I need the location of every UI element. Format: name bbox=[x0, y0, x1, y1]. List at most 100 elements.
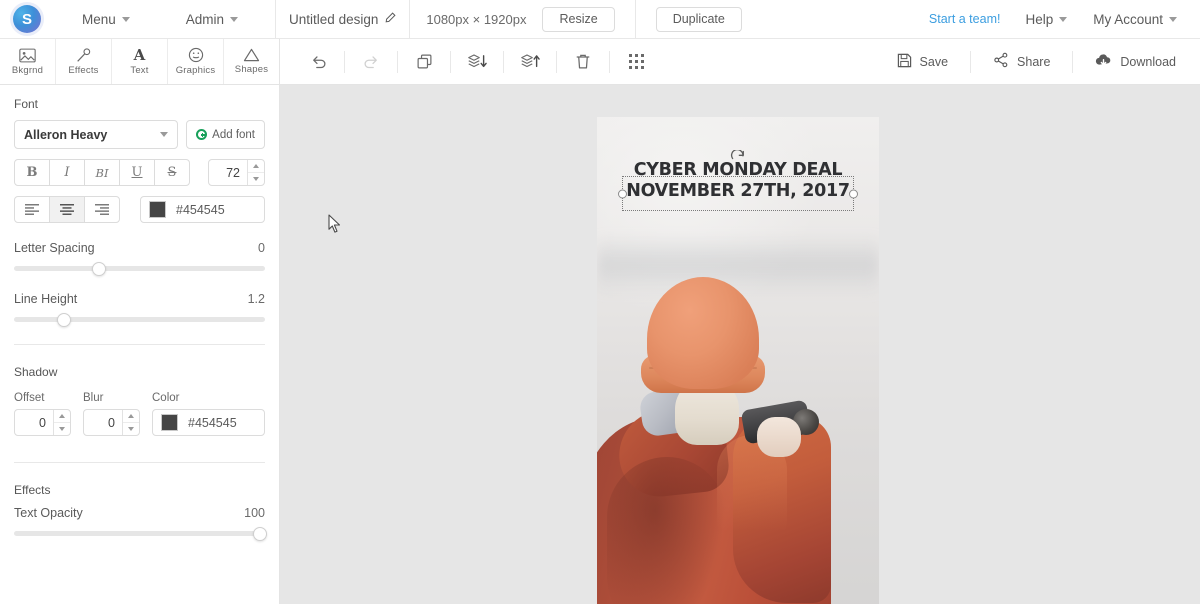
shadow-blur-value[interactable]: 0 bbox=[84, 410, 122, 435]
panel-tabs: Bkgrnd Effects A Text Graphics Shapes bbox=[0, 39, 279, 85]
font-size-value[interactable]: 72 bbox=[209, 160, 247, 185]
text-opacity-knob[interactable] bbox=[252, 526, 267, 541]
magic-wand-icon bbox=[75, 47, 92, 63]
grid-button[interactable] bbox=[610, 39, 662, 85]
underline-button[interactable]: U bbox=[119, 159, 155, 186]
align-right-icon bbox=[95, 204, 109, 215]
save-button[interactable]: Save bbox=[875, 39, 971, 85]
bring-forward-button[interactable] bbox=[504, 39, 556, 85]
my-account-dropdown[interactable]: My Account bbox=[1080, 0, 1190, 39]
duplicate-icon bbox=[417, 54, 431, 69]
shadow-color-picker[interactable]: #454545 bbox=[152, 409, 265, 436]
shadow-color-label: Color bbox=[152, 392, 180, 404]
font-family-value: Alleron Heavy bbox=[24, 127, 108, 142]
text-opacity-slider[interactable] bbox=[14, 526, 267, 541]
italic-label: I bbox=[64, 165, 70, 180]
help-dropdown[interactable]: Help bbox=[1012, 0, 1080, 39]
line-height-knob[interactable] bbox=[57, 312, 72, 327]
letter-spacing-control: Letter Spacing 0 bbox=[14, 241, 265, 276]
photo-hand bbox=[757, 417, 801, 457]
tab-graphics[interactable]: Graphics bbox=[168, 39, 224, 84]
selection-box[interactable] bbox=[618, 148, 858, 211]
add-font-button[interactable]: Add font bbox=[186, 120, 265, 149]
text-opacity-header: Text Opacity 100 bbox=[14, 506, 265, 520]
tab-shapes[interactable]: Shapes bbox=[224, 39, 279, 84]
align-center-button[interactable] bbox=[49, 196, 85, 223]
line-height-slider[interactable] bbox=[14, 312, 265, 327]
send-backward-button[interactable] bbox=[451, 39, 503, 85]
tab-bkgrnd[interactable]: Bkgrnd bbox=[0, 39, 56, 84]
text-color-picker[interactable]: #454545 bbox=[140, 196, 265, 223]
letter-spacing-slider[interactable] bbox=[14, 261, 265, 276]
rotate-icon bbox=[730, 148, 744, 160]
shadow-color-value: #454545 bbox=[188, 415, 237, 430]
font-size-decrement[interactable] bbox=[248, 172, 264, 185]
italic-button[interactable]: I bbox=[49, 159, 85, 186]
artboard[interactable]: CYBER MONDAY DEAL NOVEMBER 27TH, 2017 bbox=[597, 117, 879, 604]
font-size-stepper[interactable]: 72 bbox=[208, 159, 265, 186]
app-logo[interactable]: S bbox=[13, 5, 41, 33]
shadow-offset-decrement[interactable] bbox=[54, 422, 70, 435]
redo-icon bbox=[363, 56, 377, 69]
font-size-increment[interactable] bbox=[248, 160, 264, 172]
chevron-down-icon bbox=[160, 132, 169, 137]
tab-graphics-label: Graphics bbox=[175, 65, 216, 76]
undo-button[interactable] bbox=[292, 39, 344, 85]
triangle-icon bbox=[243, 48, 260, 62]
shadow-blur-increment[interactable] bbox=[123, 410, 139, 422]
resize-button[interactable]: Resize bbox=[542, 6, 615, 32]
download-button[interactable]: Download bbox=[1073, 39, 1200, 85]
delete-button[interactable] bbox=[557, 39, 609, 85]
shadow-offset-field: Offset 0 bbox=[14, 392, 71, 436]
menu-dropdown[interactable]: Menu bbox=[69, 0, 143, 39]
shadow-offset-stepper[interactable]: 0 bbox=[14, 409, 71, 436]
shadow-offset-value[interactable]: 0 bbox=[15, 410, 53, 435]
font-family-row: Alleron Heavy Add font bbox=[14, 120, 265, 149]
strikethrough-button[interactable]: S bbox=[154, 159, 190, 186]
tab-effects[interactable]: Effects bbox=[56, 39, 112, 84]
undo-icon bbox=[312, 56, 326, 69]
rotate-handle[interactable] bbox=[730, 148, 747, 172]
shadow-blur-label: Blur bbox=[83, 392, 104, 404]
shadow-blur-decrement[interactable] bbox=[123, 422, 139, 435]
layers-up-icon bbox=[520, 53, 540, 67]
caret-down-icon bbox=[253, 177, 259, 181]
panel-divider bbox=[14, 344, 265, 345]
font-section-title: Font bbox=[14, 97, 39, 111]
redo-button[interactable] bbox=[345, 39, 397, 85]
letter-spacing-knob[interactable] bbox=[92, 261, 107, 276]
share-nodes-icon bbox=[993, 52, 1009, 71]
font-family-select[interactable]: Alleron Heavy bbox=[14, 120, 179, 149]
start-a-team-link[interactable]: Start a team! bbox=[917, 12, 1013, 26]
pencil-icon[interactable] bbox=[384, 11, 396, 27]
resize-handle-left[interactable] bbox=[618, 189, 627, 198]
letter-spacing-value: 0 bbox=[258, 241, 265, 255]
tab-text[interactable]: A Text bbox=[112, 39, 168, 84]
share-button[interactable]: Share bbox=[971, 39, 1072, 85]
strikethrough-label: S bbox=[167, 165, 177, 180]
duplicate-button[interactable]: Duplicate bbox=[655, 6, 742, 32]
shadow-blur-stepper[interactable]: 0 bbox=[83, 409, 140, 436]
duplicate-layer-button[interactable] bbox=[398, 39, 450, 85]
shadow-blur-arrows bbox=[122, 410, 139, 435]
floppy-disk-icon bbox=[897, 53, 912, 71]
design-title[interactable]: Untitled design bbox=[276, 0, 409, 39]
bold-label: B bbox=[26, 165, 38, 180]
bold-button[interactable]: B bbox=[14, 159, 50, 186]
line-height-value: 1.2 bbox=[247, 292, 265, 306]
top-bar: S Menu Admin Untitled design 1080px × 19… bbox=[0, 0, 1200, 39]
align-left-button[interactable] bbox=[14, 196, 50, 223]
align-left-icon bbox=[25, 204, 39, 215]
chevron-down-icon bbox=[1169, 16, 1177, 22]
underline-label: U bbox=[131, 165, 143, 180]
chevron-down-icon bbox=[1059, 16, 1068, 22]
bold-italic-button[interactable]: BI bbox=[84, 159, 120, 186]
shadow-offset-arrows bbox=[53, 410, 70, 435]
shadow-offset-increment[interactable] bbox=[54, 410, 70, 422]
help-label: Help bbox=[1025, 11, 1054, 27]
caret-down-icon bbox=[128, 427, 134, 431]
align-right-button[interactable] bbox=[84, 196, 120, 223]
resize-handle-right[interactable] bbox=[849, 189, 858, 198]
admin-dropdown[interactable]: Admin bbox=[173, 0, 251, 39]
canvas-area[interactable]: CYBER MONDAY DEAL NOVEMBER 27TH, 2017 bbox=[280, 85, 1200, 604]
